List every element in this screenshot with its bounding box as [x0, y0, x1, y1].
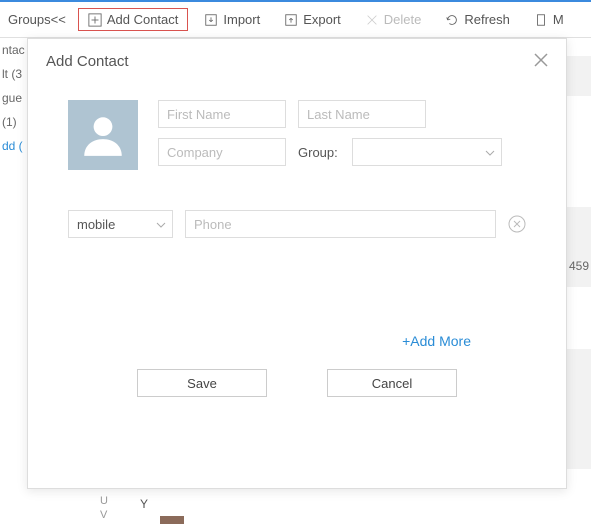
delete-button: Delete	[357, 8, 430, 31]
save-button[interactable]: Save	[137, 369, 267, 397]
import-icon	[204, 13, 218, 27]
company-input[interactable]	[158, 138, 286, 166]
export-button[interactable]: Export	[276, 8, 349, 31]
sidebar-item[interactable]: gue	[0, 86, 30, 110]
delete-label: Delete	[384, 12, 422, 27]
close-button[interactable]	[534, 53, 548, 70]
group-select[interactable]	[352, 138, 502, 166]
add-contact-button[interactable]: Add Contact	[78, 8, 189, 31]
group-label: Group:	[298, 145, 340, 160]
letter-u[interactable]: U	[100, 495, 108, 509]
refresh-icon	[445, 13, 459, 27]
phone-input[interactable]	[185, 210, 496, 238]
chevron-down-icon	[156, 218, 166, 233]
contact-thumb	[160, 516, 184, 524]
sidebar-item[interactable]: lt (3	[0, 62, 30, 86]
clear-phone-button[interactable]	[508, 215, 526, 233]
refresh-button[interactable]: Refresh	[437, 8, 518, 31]
add-more-link[interactable]: +Add More	[402, 333, 471, 349]
person-icon	[78, 110, 128, 160]
m-button[interactable]: M	[526, 8, 572, 31]
phone-type-value: mobile	[77, 217, 115, 232]
chevron-down-icon	[485, 146, 495, 161]
first-name-input[interactable]	[158, 100, 286, 128]
refresh-label: Refresh	[464, 12, 510, 27]
import-button[interactable]: Import	[196, 8, 268, 31]
last-name-input[interactable]	[298, 100, 426, 128]
sidebar-item[interactable]: ntac	[0, 38, 30, 62]
sidebar-item[interactable]: (1)	[0, 110, 30, 134]
add-group-link[interactable]: dd (	[0, 134, 30, 158]
delete-icon	[365, 13, 379, 27]
letter-v[interactable]: V	[100, 509, 108, 523]
letter-y: Y	[140, 497, 148, 511]
device-icon	[534, 13, 548, 27]
toolbar: Groups<< Add Contact Import Export Delet…	[0, 2, 591, 38]
phone-type-select[interactable]: mobile	[68, 210, 173, 238]
sidebar: ntac lt (3 gue (1) dd (	[0, 38, 30, 158]
plus-icon	[88, 13, 102, 27]
letter-index: U V	[100, 495, 108, 523]
import-label: Import	[223, 12, 260, 27]
add-contact-label: Add Contact	[107, 12, 179, 27]
m-label: M	[553, 12, 564, 27]
export-icon	[284, 13, 298, 27]
groups-toggle[interactable]: Groups<<	[4, 12, 70, 27]
export-label: Export	[303, 12, 341, 27]
avatar-placeholder[interactable]	[68, 100, 138, 170]
close-icon	[534, 53, 548, 67]
clear-icon	[508, 215, 526, 233]
add-contact-modal: Add Contact Group:	[27, 38, 567, 489]
bg-phone-fragment: 459	[569, 259, 589, 273]
modal-title: Add Contact	[46, 53, 129, 70]
cancel-button[interactable]: Cancel	[327, 369, 457, 397]
